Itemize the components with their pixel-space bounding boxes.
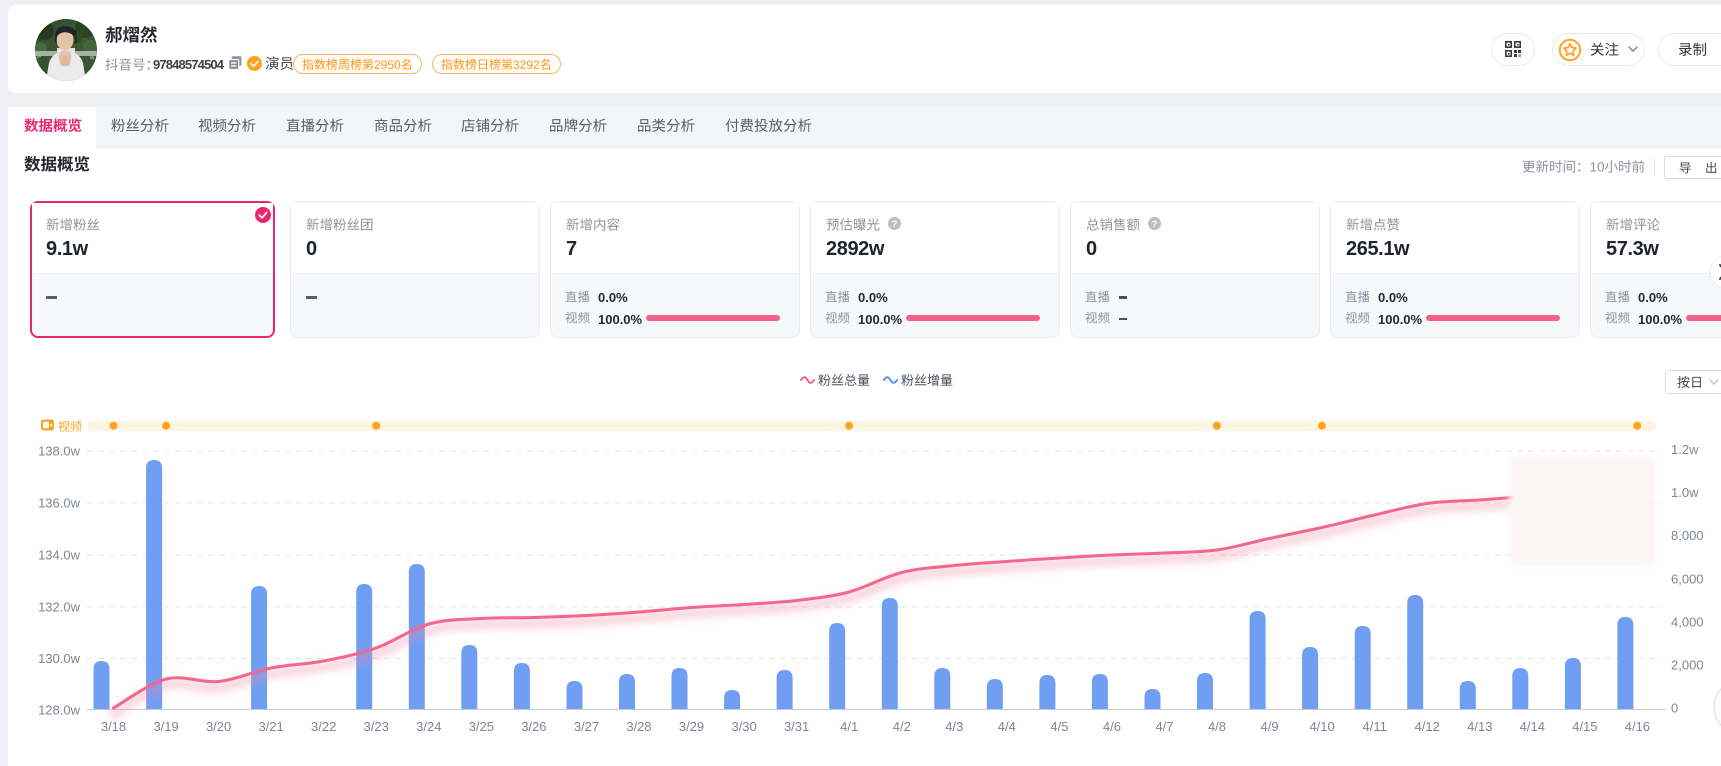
svg-text:1.2w: 1.2w [1671, 442, 1699, 457]
svg-text:3/27: 3/27 [574, 719, 599, 734]
svg-text:6,000: 6,000 [1671, 571, 1704, 586]
svg-text:4/7: 4/7 [1155, 719, 1173, 734]
svg-text:130.0w: 130.0w [38, 651, 81, 666]
svg-text:0: 0 [1671, 701, 1678, 716]
svg-text:4/11: 4/11 [1363, 719, 1387, 734]
svg-text:4/14: 4/14 [1520, 719, 1545, 734]
svg-text:138.0w: 138.0w [38, 444, 81, 459]
svg-text:3/23: 3/23 [364, 719, 389, 734]
svg-text:134.0w: 134.0w [38, 548, 81, 563]
svg-text:4/4: 4/4 [998, 719, 1016, 734]
svg-text:8,000: 8,000 [1671, 528, 1704, 543]
svg-text:4/15: 4/15 [1572, 719, 1597, 734]
svg-text:128.0w: 128.0w [38, 703, 81, 718]
svg-text:1.0w: 1.0w [1671, 485, 1699, 500]
svg-text:4/1: 4/1 [840, 719, 858, 734]
svg-text:4/16: 4/16 [1625, 719, 1650, 734]
svg-text:136.0w: 136.0w [38, 496, 81, 511]
svg-text:4/12: 4/12 [1415, 719, 1440, 734]
svg-text:4/13: 4/13 [1467, 719, 1492, 734]
svg-text:3/24: 3/24 [416, 719, 441, 734]
svg-text:3/21: 3/21 [258, 719, 283, 734]
svg-text:3/18: 3/18 [101, 719, 126, 734]
svg-text:4/3: 4/3 [945, 719, 963, 734]
svg-text:3/20: 3/20 [206, 719, 231, 734]
svg-text:3/28: 3/28 [626, 719, 651, 734]
svg-text:3/25: 3/25 [469, 719, 494, 734]
svg-text:3/31: 3/31 [784, 719, 809, 734]
svg-text:4/9: 4/9 [1261, 719, 1279, 734]
svg-text:4/2: 4/2 [893, 719, 911, 734]
svg-text:132.0w: 132.0w [38, 600, 81, 615]
svg-text:3/29: 3/29 [679, 719, 704, 734]
svg-text:4,000: 4,000 [1671, 614, 1704, 629]
svg-text:4/10: 4/10 [1309, 719, 1334, 734]
svg-text:4/8: 4/8 [1208, 719, 1226, 734]
svg-text:3/30: 3/30 [731, 719, 756, 734]
svg-text:?: ? [892, 219, 898, 230]
svg-text:3/22: 3/22 [311, 719, 336, 734]
svg-text:3/19: 3/19 [153, 719, 178, 734]
svg-text:4/6: 4/6 [1103, 719, 1121, 734]
svg-text:2,000: 2,000 [1671, 658, 1704, 673]
svg-text:3/26: 3/26 [521, 719, 546, 734]
svg-text:?: ? [1152, 219, 1158, 230]
svg-text:4/5: 4/5 [1050, 719, 1068, 734]
